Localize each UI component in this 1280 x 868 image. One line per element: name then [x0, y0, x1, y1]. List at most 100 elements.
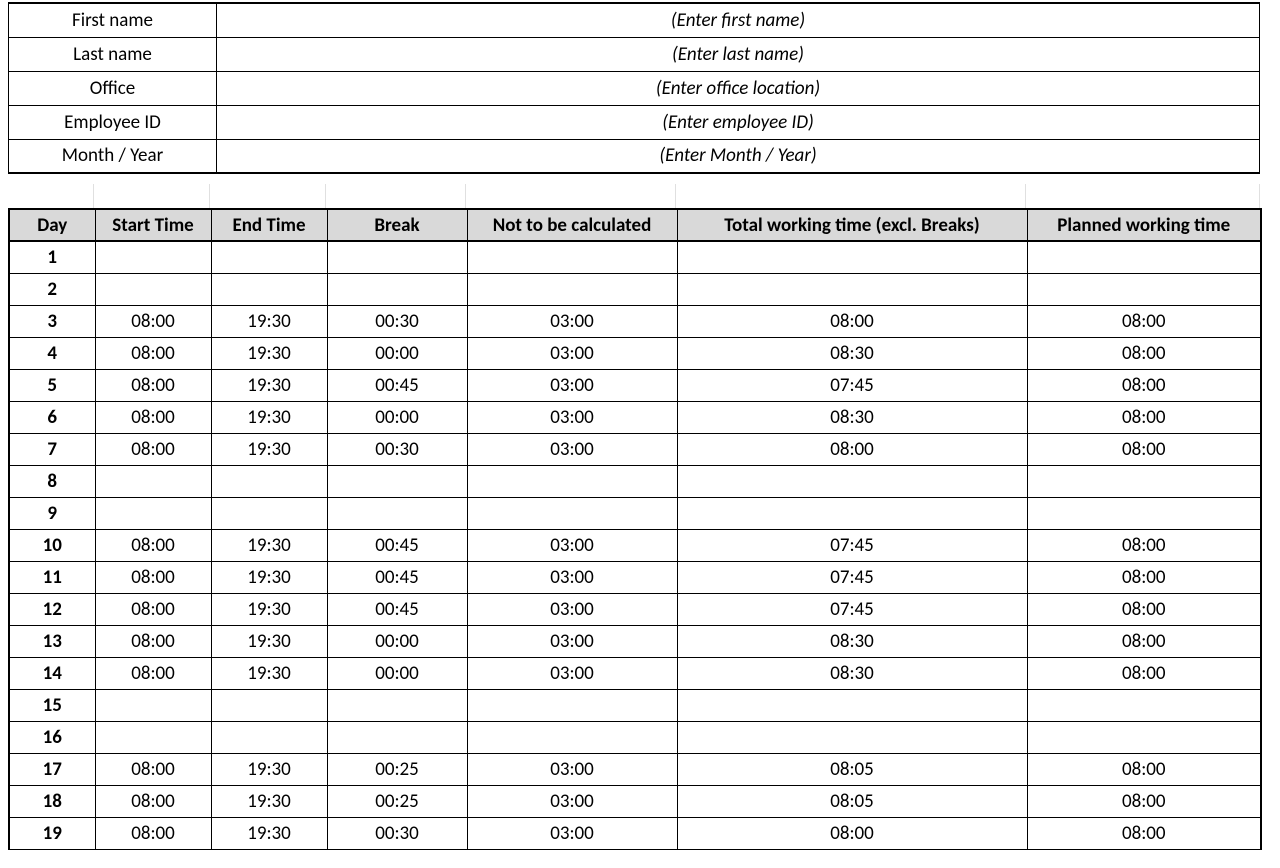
- cell-start-time[interactable]: 08:00: [95, 625, 211, 657]
- cell-total-working-time[interactable]: [677, 689, 1027, 721]
- cell-start-time[interactable]: 08:00: [95, 401, 211, 433]
- cell-planned-working-time[interactable]: [1027, 465, 1261, 497]
- cell-start-time[interactable]: [95, 273, 211, 305]
- cell-end-time[interactable]: [211, 241, 327, 273]
- cell-total-working-time[interactable]: 08:05: [677, 753, 1027, 785]
- cell-not-calculated[interactable]: 03:00: [467, 401, 677, 433]
- cell-start-time[interactable]: [95, 721, 211, 753]
- cell-break[interactable]: [327, 497, 467, 529]
- cell-end-time[interactable]: [211, 273, 327, 305]
- cell-break[interactable]: 00:45: [327, 561, 467, 593]
- cell-start-time[interactable]: 08:00: [95, 785, 211, 817]
- cell-planned-working-time[interactable]: 08:00: [1027, 593, 1261, 625]
- cell-start-time[interactable]: 08:00: [95, 369, 211, 401]
- cell-start-time[interactable]: 08:00: [95, 753, 211, 785]
- cell-not-calculated[interactable]: 03:00: [467, 305, 677, 337]
- cell-not-calculated[interactable]: 03:00: [467, 817, 677, 849]
- cell-break[interactable]: 00:45: [327, 593, 467, 625]
- cell-planned-working-time[interactable]: 08:00: [1027, 657, 1261, 689]
- cell-planned-working-time[interactable]: [1027, 689, 1261, 721]
- cell-planned-working-time[interactable]: [1027, 241, 1261, 273]
- cell-planned-working-time[interactable]: 08:00: [1027, 785, 1261, 817]
- cell-start-time[interactable]: [95, 689, 211, 721]
- cell-not-calculated[interactable]: 03:00: [467, 561, 677, 593]
- cell-total-working-time[interactable]: 07:45: [677, 369, 1027, 401]
- cell-end-time[interactable]: 19:30: [211, 785, 327, 817]
- cell-planned-working-time[interactable]: 08:00: [1027, 305, 1261, 337]
- cell-break[interactable]: [327, 241, 467, 273]
- cell-total-working-time[interactable]: [677, 721, 1027, 753]
- cell-start-time[interactable]: 08:00: [95, 529, 211, 561]
- cell-start-time[interactable]: 08:00: [95, 561, 211, 593]
- cell-start-time[interactable]: 08:00: [95, 657, 211, 689]
- cell-total-working-time[interactable]: 07:45: [677, 561, 1027, 593]
- cell-break[interactable]: 00:00: [327, 657, 467, 689]
- cell-start-time[interactable]: 08:00: [95, 593, 211, 625]
- cell-not-calculated[interactable]: 03:00: [467, 657, 677, 689]
- cell-not-calculated[interactable]: 03:00: [467, 753, 677, 785]
- cell-total-working-time[interactable]: [677, 273, 1027, 305]
- cell-total-working-time[interactable]: 08:00: [677, 305, 1027, 337]
- cell-end-time[interactable]: 19:30: [211, 561, 327, 593]
- cell-not-calculated[interactable]: [467, 241, 677, 273]
- cell-total-working-time[interactable]: [677, 497, 1027, 529]
- cell-total-working-time[interactable]: 07:45: [677, 593, 1027, 625]
- cell-not-calculated[interactable]: [467, 689, 677, 721]
- cell-end-time[interactable]: 19:30: [211, 337, 327, 369]
- cell-not-calculated[interactable]: [467, 465, 677, 497]
- cell-not-calculated[interactable]: 03:00: [467, 433, 677, 465]
- cell-break[interactable]: 00:30: [327, 433, 467, 465]
- cell-end-time[interactable]: 19:30: [211, 753, 327, 785]
- cell-end-time[interactable]: 19:30: [211, 625, 327, 657]
- cell-not-calculated[interactable]: 03:00: [467, 529, 677, 561]
- cell-break[interactable]: 00:30: [327, 305, 467, 337]
- cell-start-time[interactable]: 08:00: [95, 817, 211, 849]
- employee-info-value[interactable]: (Enter last name): [217, 37, 1260, 71]
- cell-not-calculated[interactable]: 03:00: [467, 337, 677, 369]
- cell-break[interactable]: [327, 465, 467, 497]
- cell-planned-working-time[interactable]: 08:00: [1027, 753, 1261, 785]
- cell-break[interactable]: 00:30: [327, 817, 467, 849]
- cell-total-working-time[interactable]: 08:00: [677, 817, 1027, 849]
- cell-break[interactable]: [327, 689, 467, 721]
- cell-not-calculated[interactable]: 03:00: [467, 625, 677, 657]
- cell-start-time[interactable]: [95, 465, 211, 497]
- employee-info-value[interactable]: (Enter Month / Year): [217, 139, 1260, 173]
- cell-planned-working-time[interactable]: 08:00: [1027, 817, 1261, 849]
- cell-total-working-time[interactable]: 08:30: [677, 625, 1027, 657]
- cell-end-time[interactable]: 19:30: [211, 817, 327, 849]
- cell-end-time[interactable]: 19:30: [211, 401, 327, 433]
- cell-end-time[interactable]: 19:30: [211, 433, 327, 465]
- cell-total-working-time[interactable]: 08:00: [677, 433, 1027, 465]
- cell-planned-working-time[interactable]: [1027, 721, 1261, 753]
- cell-end-time[interactable]: [211, 689, 327, 721]
- cell-break[interactable]: 00:45: [327, 369, 467, 401]
- cell-break[interactable]: 00:45: [327, 529, 467, 561]
- cell-planned-working-time[interactable]: 08:00: [1027, 401, 1261, 433]
- cell-break[interactable]: [327, 721, 467, 753]
- cell-end-time[interactable]: [211, 465, 327, 497]
- cell-break[interactable]: 00:00: [327, 337, 467, 369]
- cell-planned-working-time[interactable]: 08:00: [1027, 529, 1261, 561]
- cell-total-working-time[interactable]: 07:45: [677, 529, 1027, 561]
- cell-end-time[interactable]: [211, 721, 327, 753]
- cell-break[interactable]: 00:25: [327, 753, 467, 785]
- cell-end-time[interactable]: 19:30: [211, 657, 327, 689]
- cell-end-time[interactable]: 19:30: [211, 369, 327, 401]
- cell-total-working-time[interactable]: [677, 465, 1027, 497]
- cell-break[interactable]: 00:00: [327, 401, 467, 433]
- cell-break[interactable]: 00:25: [327, 785, 467, 817]
- cell-start-time[interactable]: [95, 497, 211, 529]
- cell-not-calculated[interactable]: 03:00: [467, 785, 677, 817]
- cell-end-time[interactable]: 19:30: [211, 593, 327, 625]
- cell-start-time[interactable]: 08:00: [95, 337, 211, 369]
- cell-planned-working-time[interactable]: 08:00: [1027, 561, 1261, 593]
- cell-planned-working-time[interactable]: [1027, 273, 1261, 305]
- employee-info-value[interactable]: (Enter employee ID): [217, 105, 1260, 139]
- cell-planned-working-time[interactable]: 08:00: [1027, 433, 1261, 465]
- cell-planned-working-time[interactable]: 08:00: [1027, 369, 1261, 401]
- cell-planned-working-time[interactable]: 08:00: [1027, 337, 1261, 369]
- cell-start-time[interactable]: [95, 241, 211, 273]
- cell-end-time[interactable]: 19:30: [211, 529, 327, 561]
- employee-info-value[interactable]: (Enter first name): [217, 3, 1260, 37]
